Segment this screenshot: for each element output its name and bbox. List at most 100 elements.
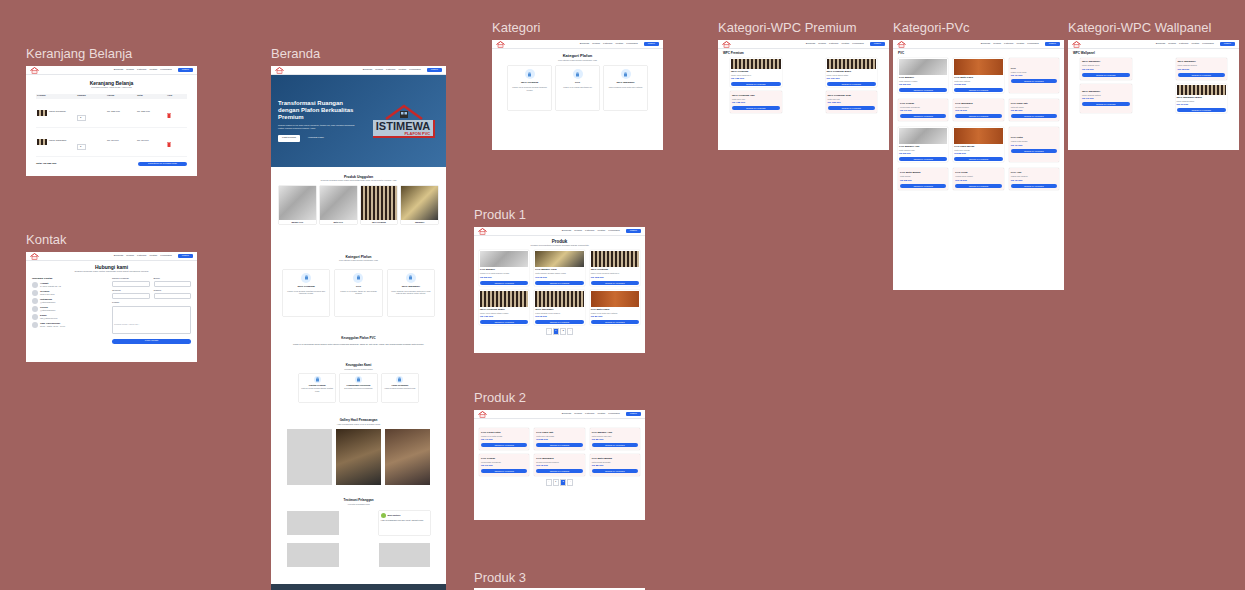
add-to-cart-button[interactable]: Tambah ke Keranjang <box>592 443 638 447</box>
nav-link[interactable]: Kategori <box>137 255 146 258</box>
add-to-cart-button[interactable]: Tambah ke Keranjang <box>1178 73 1226 77</box>
nav-link[interactable]: Beranda <box>981 43 990 46</box>
nav-link[interactable]: Beranda <box>562 230 571 233</box>
qty-input[interactable]: 1 <box>77 115 86 122</box>
nav-link[interactable]: Beranda <box>114 255 123 258</box>
add-to-cart-button[interactable]: Tambah ke Keranjang <box>954 88 1002 92</box>
add-to-cart-button[interactable]: Tambah ke Keranjang <box>591 320 639 324</box>
nav-link[interactable]: Kontak <box>841 43 849 46</box>
nav-link[interactable]: Produk <box>574 413 582 416</box>
nav-link[interactable]: Beranda <box>580 43 589 46</box>
category-card[interactable]: WPC PremiumPlafon WPC premium dengan tam… <box>508 66 551 110</box>
category-card[interactable]: PVCPlafon PVC ringan, tahan air, dan mud… <box>335 270 381 316</box>
nav-link[interactable]: Kategori <box>137 69 146 72</box>
nav-link[interactable]: Keranjang <box>1027 43 1038 46</box>
nav-link[interactable]: Produk <box>1168 43 1176 46</box>
page-button[interactable]: 1 <box>553 328 559 335</box>
nav-link[interactable]: Produk <box>126 255 134 258</box>
trash-icon[interactable] <box>167 113 171 118</box>
nav-link[interactable]: Kontak <box>149 255 157 258</box>
add-to-cart-button[interactable]: Tambah ke Keranjang <box>592 469 638 473</box>
page-button[interactable]: › <box>567 479 573 486</box>
nav-link[interactable]: Keranjang <box>608 230 619 233</box>
nav-link[interactable]: Produk <box>126 69 134 72</box>
nav-link[interactable]: Kategori <box>585 413 594 416</box>
add-to-cart-button[interactable]: Tambah ke Keranjang <box>899 88 947 92</box>
add-to-cart-button[interactable]: Tambah ke Keranjang <box>732 106 780 110</box>
login-button[interactable]: Masuk <box>178 254 193 259</box>
trash-icon[interactable] <box>167 142 171 147</box>
category-card[interactable]: WPC WallpanelPanel dinding WPC motif kay… <box>604 66 647 110</box>
nav-link[interactable]: Keranjang <box>608 413 619 416</box>
nav-link[interactable]: Beranda <box>114 69 123 72</box>
login-button[interactable]: Masuk <box>178 68 193 73</box>
nav-link[interactable]: Beranda <box>806 43 815 46</box>
nav-link[interactable]: Kontak <box>1191 43 1199 46</box>
page-button[interactable]: 2 <box>560 479 566 486</box>
login-button[interactable]: Masuk <box>626 229 641 234</box>
add-to-cart-button[interactable]: Tambah ke Keranjang <box>535 320 583 324</box>
nav-link[interactable]: Keranjang <box>160 255 171 258</box>
nav-link[interactable]: Kontak <box>597 413 605 416</box>
login-button[interactable]: Masuk <box>626 412 641 417</box>
text-input[interactable] <box>112 281 150 287</box>
nav-link[interactable]: Produk <box>592 43 600 46</box>
nav-link[interactable]: Kontak <box>597 230 605 233</box>
add-to-cart-button[interactable]: Tambah ke Keranjang <box>1082 102 1130 106</box>
add-to-cart-button[interactable]: Tambah ke Keranjang <box>954 157 1002 161</box>
add-to-cart-button[interactable]: Tambah ke Keranjang <box>535 281 583 285</box>
category-card[interactable]: WPC WallpanelPanel dinding WPC dengan mo… <box>388 270 434 316</box>
add-to-cart-button[interactable]: Tambah ke Keranjang <box>900 114 946 118</box>
add-to-cart-button[interactable]: Tambah ke Keranjang <box>900 184 946 188</box>
page-button[interactable]: 1 <box>553 479 559 486</box>
text-input[interactable] <box>154 281 192 287</box>
add-to-cart-button[interactable]: Tambah ke Keranjang <box>480 320 528 324</box>
add-to-cart-button[interactable]: Tambah ke Keranjang <box>731 82 781 86</box>
nav-link[interactable]: Produk <box>574 230 582 233</box>
hero-button[interactable]: Lihat Produk <box>278 135 300 142</box>
hero-button[interactable]: Hubungi Kami <box>304 135 328 142</box>
nav-link[interactable]: Produk <box>375 69 383 72</box>
add-to-cart-button[interactable]: Tambah ke Keranjang <box>828 106 876 110</box>
message-textarea[interactable]: Tuliskan pesan Anda di sini... <box>112 306 191 334</box>
page-button[interactable]: ‹ <box>546 328 552 335</box>
nav-link[interactable]: Kategori <box>1004 43 1013 46</box>
page-button[interactable]: › <box>567 328 573 335</box>
nav-link[interactable]: Kontak <box>615 43 623 46</box>
nav-link[interactable]: Beranda <box>1156 43 1165 46</box>
nav-link[interactable]: Kontak <box>149 69 157 72</box>
category-card[interactable]: PVCPlafon PVC ringan dan tahan air <box>556 66 599 110</box>
add-to-cart-button[interactable]: Tambah ke Keranjang <box>1177 108 1227 112</box>
nav-link[interactable]: Kategori <box>603 43 612 46</box>
nav-link[interactable]: Beranda <box>363 69 372 72</box>
text-input[interactable] <box>154 293 192 299</box>
nav-link[interactable]: Kategori <box>585 230 594 233</box>
nav-link[interactable]: Kontak <box>1016 43 1024 46</box>
add-to-cart-button[interactable]: Tambah ke Keranjang <box>481 443 527 447</box>
text-input[interactable] <box>112 293 150 299</box>
checkout-button[interactable]: Lanjutkan ke Pembayaran <box>138 162 187 167</box>
login-button[interactable]: Masuk <box>1045 42 1060 47</box>
add-to-cart-button[interactable]: Tambah ke Keranjang <box>591 281 639 285</box>
nav-link[interactable]: Beranda <box>562 413 571 416</box>
login-button[interactable]: Masuk <box>644 42 659 47</box>
login-button[interactable]: Masuk <box>427 68 442 73</box>
category-card[interactable]: WPC PremiumPlafon WPC dengan kualitas pr… <box>283 270 329 316</box>
submit-button[interactable]: Kirim Pesan <box>112 339 191 344</box>
nav-link[interactable]: Produk <box>993 43 1001 46</box>
add-to-cart-button[interactable]: Tambah ke Keranjang <box>827 82 877 86</box>
add-to-cart-button[interactable]: Tambah ke Keranjang <box>536 443 582 447</box>
page-button[interactable]: 2 <box>560 328 566 335</box>
nav-link[interactable]: Produk <box>818 43 826 46</box>
add-to-cart-button[interactable]: Tambah ke Keranjang <box>955 184 1001 188</box>
add-to-cart-button[interactable]: Tambah ke Keranjang <box>480 281 528 285</box>
nav-link[interactable]: Keranjang <box>852 43 863 46</box>
login-button[interactable]: Masuk <box>1220 42 1235 47</box>
add-to-cart-button[interactable]: Tambah ke Keranjang <box>1011 114 1057 118</box>
login-button[interactable]: Masuk <box>870 42 885 47</box>
nav-link[interactable]: Kategori <box>829 43 838 46</box>
add-to-cart-button[interactable]: Tambah ke Keranjang <box>955 114 1001 118</box>
qty-input[interactable]: 1 <box>77 144 86 151</box>
add-to-cart-button[interactable]: Tambah ke Keranjang <box>1011 184 1057 188</box>
add-to-cart-button[interactable]: Tambah ke Keranjang <box>481 469 527 473</box>
